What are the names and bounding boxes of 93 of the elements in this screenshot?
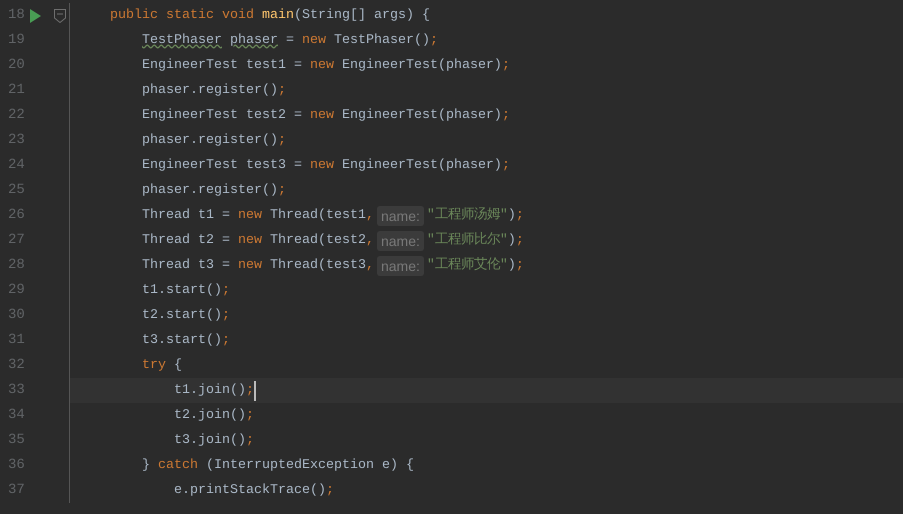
punctuation: ;: [326, 482, 334, 500]
code-text: phaser.register(): [142, 132, 278, 150]
line-number: 27: [7, 231, 26, 250]
punctuation: ;: [516, 206, 524, 224]
code-text: phaser.register(): [142, 82, 278, 100]
code-text: {: [174, 356, 182, 374]
line-number: 24: [7, 156, 26, 175]
punctuation: ;: [246, 406, 254, 424]
punctuation: ,: [366, 232, 374, 250]
keyword: catch: [158, 456, 199, 474]
code-text: =: [284, 32, 295, 50]
keyword: new: [310, 56, 335, 74]
punctuation: ;: [502, 56, 510, 74]
line-number: 29: [7, 281, 26, 300]
keyword: new: [238, 206, 263, 224]
parameter-hint: name:: [376, 206, 424, 226]
code-text: Thread(test2: [270, 232, 366, 250]
line-number: 36: [7, 456, 26, 475]
code-text: t2.start(): [142, 306, 222, 324]
punctuation: ;: [278, 82, 286, 100]
keyword: new: [238, 232, 263, 250]
code-text: EngineerTest(phaser): [342, 156, 502, 174]
code-text: (InterruptedException e) {: [206, 456, 414, 474]
string-literal: "工程师艾伦": [426, 256, 508, 274]
text-cursor: [254, 380, 256, 400]
line-number: 21: [7, 81, 26, 100]
keyword: new: [238, 256, 263, 274]
punctuation: ,: [366, 256, 374, 274]
code-text: }: [142, 456, 151, 474]
punctuation: ;: [222, 306, 230, 324]
code-text: EngineerTest test2 =: [142, 106, 303, 124]
punctuation: ;: [246, 432, 254, 450]
punctuation: ;: [430, 32, 438, 50]
code-text: EngineerTest test3 =: [142, 156, 303, 174]
code-text: ): [508, 206, 516, 224]
line-number: 30: [7, 306, 26, 325]
code-text: e.printStackTrace(): [174, 482, 326, 500]
line-number: 19: [7, 31, 26, 50]
line-number: 28: [7, 256, 26, 275]
code-text: EngineerTest(phaser): [342, 106, 502, 124]
keyword: new: [310, 156, 335, 174]
code-text: phaser.register(): [142, 182, 278, 200]
punctuation: ;: [516, 232, 524, 250]
punctuation: ;: [502, 156, 510, 174]
line-number: 35: [7, 431, 26, 450]
code-text: Thread(test3: [270, 256, 366, 274]
code-text: EngineerTest(phaser): [342, 56, 502, 74]
keyword: public static void: [110, 6, 255, 24]
punctuation: ;: [516, 256, 524, 274]
code-text: ): [508, 256, 516, 274]
code-text: t1.join(): [174, 382, 246, 400]
line-number: 37: [7, 481, 26, 500]
punctuation: ;: [278, 132, 286, 150]
line-number: 34: [7, 406, 26, 425]
line-number: 32: [7, 356, 26, 375]
code-text: Thread t3 =: [142, 256, 231, 274]
code-text: TestPhaser(): [334, 32, 430, 50]
string-literal: "工程师汤姆": [426, 206, 508, 224]
code-text: (String[] args) {: [294, 6, 430, 24]
method-name: main: [262, 6, 294, 24]
line-number: 33: [7, 381, 26, 400]
code-text: t1.start(): [142, 282, 222, 300]
line-number: 22: [7, 106, 26, 125]
keyword: new: [310, 106, 335, 124]
code-text: t2.join(): [174, 406, 246, 424]
punctuation: ;: [502, 106, 510, 124]
fold-icon[interactable]: [54, 8, 66, 22]
line-number: 31: [7, 331, 26, 350]
code-text: Thread t2 =: [142, 232, 231, 250]
punctuation: ;: [222, 282, 230, 300]
line-number: 20: [7, 56, 26, 75]
punctuation: ;: [278, 182, 286, 200]
punctuation: ;: [222, 332, 230, 350]
code-text: ): [508, 232, 516, 250]
code-text: t3.join(): [174, 432, 246, 450]
punctuation: ;: [246, 382, 254, 400]
code-text: EngineerTest test1 =: [142, 56, 303, 74]
parameter-hint: name:: [376, 230, 424, 250]
code-text: Thread(test1: [270, 206, 366, 224]
parameter-hint: name:: [376, 256, 424, 276]
code-text: TestPhaser: [142, 32, 222, 50]
line-number: 25: [7, 181, 26, 200]
code-text: t3.start(): [142, 332, 222, 350]
keyword: try: [142, 356, 167, 374]
string-literal: "工程师比尔": [426, 231, 508, 250]
run-icon[interactable]: [30, 8, 41, 22]
line-number: 23: [7, 131, 26, 150]
keyword: new: [302, 32, 327, 50]
code-text: Thread t1 =: [142, 206, 231, 224]
line-number: 18: [7, 6, 26, 25]
punctuation: ,: [366, 206, 374, 224]
code-text: phaser: [230, 32, 278, 50]
line-number: 26: [7, 206, 26, 225]
